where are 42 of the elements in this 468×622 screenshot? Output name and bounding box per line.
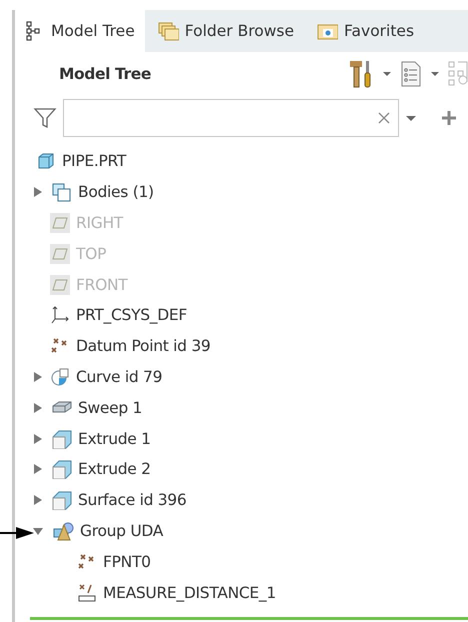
extrude-icon bbox=[50, 490, 72, 510]
plane-icon bbox=[50, 274, 70, 295]
curve-icon bbox=[50, 366, 70, 387]
expand-caret-icon[interactable] bbox=[32, 432, 44, 445]
expand-caret-icon[interactable] bbox=[32, 402, 44, 414]
search-field[interactable] bbox=[63, 99, 399, 137]
panel-title: Model Tree bbox=[59, 65, 152, 83]
dropdown-caret-icon[interactable] bbox=[405, 113, 417, 123]
extrude-icon bbox=[50, 459, 72, 480]
tree-item[interactable]: Group UDA bbox=[80, 522, 164, 540]
plane-icon bbox=[50, 244, 70, 264]
cubes-icon bbox=[50, 182, 72, 202]
dropdown-caret-icon[interactable] bbox=[382, 69, 392, 79]
cube-icon bbox=[36, 151, 56, 172]
measure-icon bbox=[77, 582, 97, 603]
tree-item[interactable]: Bodies (1) bbox=[78, 183, 154, 202]
plane-icon bbox=[50, 212, 70, 233]
tree-item[interactable]: PIPE.PRT bbox=[62, 152, 126, 170]
extrude-icon bbox=[50, 428, 72, 449]
axes-icon bbox=[50, 305, 70, 326]
tab[interactable]: Folder Browse bbox=[144, 10, 304, 52]
tab[interactable]: Model Tree bbox=[15, 10, 145, 52]
tree-item[interactable]: Extrude 2 bbox=[78, 460, 151, 478]
tree-item[interactable]: Extrude 1 bbox=[78, 430, 151, 448]
expand-caret-icon[interactable] bbox=[32, 494, 44, 506]
tree-item[interactable]: Surface id 396 bbox=[78, 491, 186, 510]
tree-item[interactable]: FPNT0 bbox=[103, 552, 151, 571]
filter-icon[interactable] bbox=[33, 106, 57, 130]
tree-item[interactable]: PRT_CSYS_DEF bbox=[76, 306, 187, 324]
tree-item[interactable]: Sweep 1 bbox=[78, 398, 142, 417]
tree-item[interactable]: Curve id 79 bbox=[76, 368, 162, 386]
expand-caret-icon[interactable] bbox=[32, 186, 44, 198]
tree-item[interactable]: Datum Point id 39 bbox=[76, 337, 210, 356]
add-icon[interactable] bbox=[441, 110, 457, 126]
dropdown-caret-icon[interactable] bbox=[430, 69, 440, 79]
tree-item[interactable]: MEASURE_DISTANCE_1 bbox=[103, 584, 276, 602]
pointer-arrow bbox=[0, 526, 34, 540]
expand-caret-icon[interactable] bbox=[32, 463, 44, 476]
expand-caret-icon[interactable] bbox=[32, 370, 44, 383]
tab[interactable]: Favorites bbox=[304, 10, 424, 52]
clear-icon[interactable] bbox=[378, 112, 390, 124]
list-settings-icon[interactable] bbox=[400, 61, 422, 87]
